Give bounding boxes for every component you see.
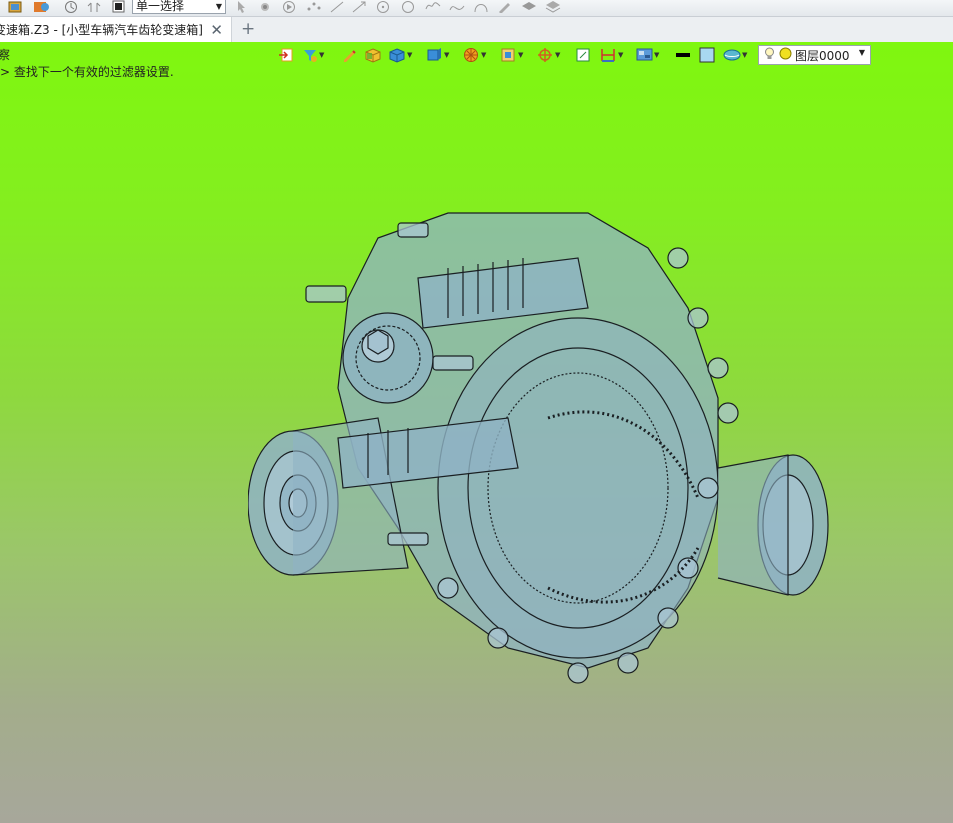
display-mode-icon[interactable]: ▼ <box>636 46 659 64</box>
arc-icon[interactable] <box>473 0 489 13</box>
fill-color-icon[interactable] <box>699 46 715 64</box>
document-tab-bar: 变速箱.Z3 - [小型车辆汽车齿轮变速箱] ✕ + <box>0 17 953 43</box>
import-icon[interactable] <box>278 46 294 64</box>
line-color-icon[interactable] <box>675 46 691 64</box>
document-tab-label: 变速箱.Z3 - [小型车辆汽车齿轮变速箱] <box>0 23 203 37</box>
stack-icon[interactable] <box>545 0 561 13</box>
line-icon[interactable] <box>330 0 344 13</box>
layer-stack-icon[interactable] <box>521 0 537 13</box>
chevron-down-icon: ▼ <box>215 2 222 11</box>
filter-icon[interactable]: ▼ <box>302 46 324 64</box>
pick-icon[interactable] <box>235 0 247 13</box>
curve-icon[interactable] <box>449 0 465 13</box>
target-icon[interactable]: ▼ <box>537 46 560 64</box>
undo-icon[interactable] <box>87 0 101 13</box>
gearbox-3d-model[interactable] <box>248 168 833 713</box>
view-cube-icon[interactable]: ▼ <box>426 46 449 64</box>
play-icon[interactable] <box>282 0 296 13</box>
circle-point-icon[interactable] <box>376 0 390 13</box>
message-line-2: > 查找下一个有效的过滤器设置. <box>0 65 174 79</box>
spline-icon[interactable] <box>425 0 441 13</box>
select-mode-dropdown[interactable]: 单一选择 ▼ <box>132 0 226 14</box>
layer-circle-icon <box>779 47 792 63</box>
arrow-line-icon[interactable] <box>352 0 366 13</box>
bulb-icon[interactable] <box>764 47 775 64</box>
pen-icon[interactable] <box>497 0 513 13</box>
add-tab-icon[interactable]: + <box>241 19 255 39</box>
history-icon[interactable] <box>64 0 78 13</box>
fit-icon[interactable] <box>575 46 591 64</box>
pencil-icon[interactable] <box>341 46 357 64</box>
top-toolbar: 单一选择 ▼ <box>0 0 953 17</box>
close-icon[interactable]: ✕ <box>210 21 223 39</box>
palette-icon[interactable] <box>33 0 49 13</box>
cube-blue-icon[interactable]: ▼ <box>389 46 412 64</box>
window-icon[interactable] <box>8 0 22 13</box>
points-icon[interactable] <box>306 0 322 13</box>
layer-label: 图层0000 <box>795 48 850 63</box>
chevron-down-icon: ▼ <box>858 48 865 57</box>
stop-icon[interactable] <box>112 0 125 13</box>
snap-icon[interactable] <box>258 0 272 13</box>
circle-icon[interactable] <box>401 0 415 13</box>
graphics-viewport[interactable]: 察 > 查找下一个有效的过滤器设置. ▼ ▼ ▼ ▼ ▼ ▼ ▼ ▼ ▼ 图层0… <box>0 42 953 823</box>
select-mode-value: 单一选择 <box>136 0 185 13</box>
layer-dropdown[interactable]: 图层0000 ▼ <box>758 45 871 65</box>
face-select-icon[interactable]: ▼ <box>500 46 523 64</box>
render-sphere-icon[interactable]: ▼ <box>463 46 486 64</box>
material-icon[interactable]: ▼ <box>723 46 747 64</box>
message-line-1: 察 <box>0 48 11 62</box>
document-tab[interactable]: 变速箱.Z3 - [小型车辆汽车齿轮变速箱] ✕ <box>0 17 232 42</box>
dimension-icon[interactable]: ▼ <box>600 46 623 64</box>
cube-yellow-icon[interactable] <box>365 46 382 64</box>
